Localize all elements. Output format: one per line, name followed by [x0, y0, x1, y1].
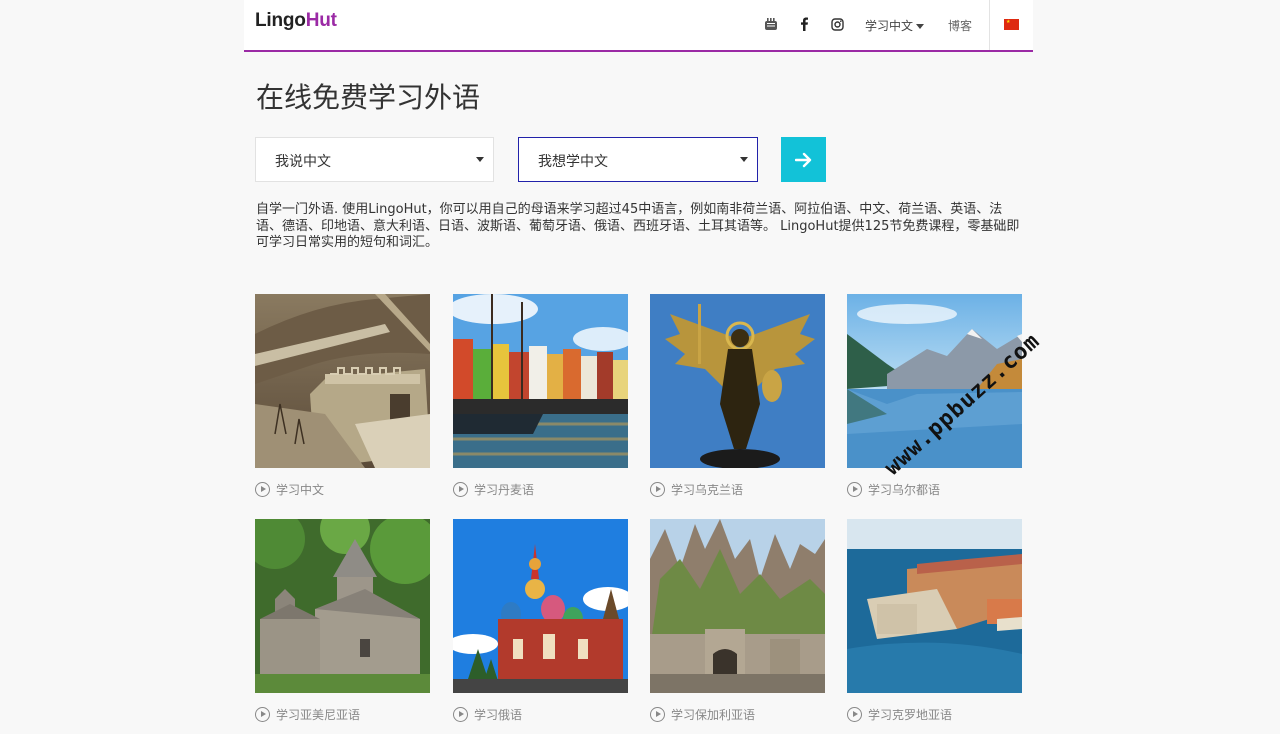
course-caption[interactable]: 学习保加利亚语: [650, 704, 825, 724]
course-label: 学习乌尔都语: [868, 482, 941, 497]
course-label: 学习克罗地亚语: [868, 707, 953, 722]
course-card-urdu[interactable]: 学习乌尔都语: [847, 294, 1022, 499]
course-card-chinese[interactable]: 学习中文: [255, 294, 430, 499]
flag-star: ★: [1006, 19, 1011, 25]
course-card-croatian[interactable]: 学习克罗地亚语: [847, 519, 1022, 724]
course-card-russian[interactable]: 学习俄语: [453, 519, 628, 724]
course-card-danish[interactable]: 学习丹麦语: [453, 294, 628, 499]
play-icon: [847, 706, 862, 722]
play-icon: [255, 481, 270, 497]
language-menu[interactable]: 学习中文: [865, 17, 925, 34]
play-icon: [650, 481, 665, 497]
course-caption[interactable]: 学习亚美尼亚语: [255, 704, 430, 724]
armenian-monastery-image[interactable]: [255, 519, 430, 693]
blog-link[interactable]: 博客: [948, 17, 972, 34]
course-card-armenian[interactable]: 学习亚美尼亚语: [255, 519, 430, 724]
st-basils-cathedral-image[interactable]: [453, 519, 628, 693]
course-caption[interactable]: 学习乌尔都语: [847, 479, 1022, 499]
play-icon: [453, 481, 468, 497]
logo-hut: Hut: [305, 10, 337, 31]
arrow-right-icon: [794, 152, 811, 167]
caret-down-icon: [740, 157, 748, 162]
logo[interactable]: LingoHut: [255, 10, 337, 32]
great-wall-image[interactable]: [255, 294, 430, 468]
course-card-bulgarian[interactable]: 学习保加利亚语: [650, 519, 825, 724]
page-title: 在线免费学习外语: [256, 81, 481, 114]
facebook-icon[interactable]: [796, 16, 812, 32]
intro-description: 自学一门外语. 使用LingoHut，你可以用自己的母语来学习超过45中语言，例…: [256, 202, 1020, 250]
course-label: 学习保加利亚语: [671, 707, 756, 722]
nav-divider: [989, 0, 990, 50]
course-label: 学习丹麦语: [474, 482, 535, 497]
caret-down-icon: [916, 24, 925, 29]
course-caption[interactable]: 学习中文: [255, 479, 430, 499]
china-flag-icon[interactable]: ★: [1004, 19, 1019, 30]
course-label: 学习乌克兰语: [671, 482, 744, 497]
belogradchik-fortress-image[interactable]: [650, 519, 825, 693]
speak-language-select[interactable]: 我说中文: [255, 137, 494, 182]
course-caption[interactable]: 学习克罗地亚语: [847, 704, 1022, 724]
speak-language-value: 我说中文: [275, 154, 331, 170]
play-icon: [453, 706, 468, 722]
course-label: 学习亚美尼亚语: [276, 707, 361, 722]
course-label: 学习俄语: [474, 707, 523, 722]
course-caption[interactable]: 学习丹麦语: [453, 479, 628, 499]
play-icon: [650, 706, 665, 722]
archangel-statue-image[interactable]: [650, 294, 825, 468]
logo-lingo: Lingo: [255, 10, 306, 31]
learn-language-select[interactable]: 我想学中文: [518, 137, 758, 182]
site-header: LingoHut 学习中文 博客 ★: [244, 0, 1033, 52]
instagram-icon[interactable]: [829, 16, 845, 32]
course-label: 学习中文: [276, 482, 325, 497]
dubrovnik-image[interactable]: [847, 519, 1022, 693]
course-caption[interactable]: 学习乌克兰语: [650, 479, 825, 499]
learn-language-value: 我想学中文: [538, 154, 608, 170]
go-button[interactable]: [781, 137, 826, 182]
youtube-icon[interactable]: [763, 16, 779, 32]
caret-down-icon: [476, 157, 484, 162]
copenhagen-harbor-image[interactable]: [453, 294, 628, 468]
course-caption[interactable]: 学习俄语: [453, 704, 628, 724]
language-menu-label: 学习中文: [865, 19, 914, 33]
play-icon: [847, 481, 862, 497]
course-card-ukrainian[interactable]: 学习乌克兰语: [650, 294, 825, 499]
play-icon: [255, 706, 270, 722]
